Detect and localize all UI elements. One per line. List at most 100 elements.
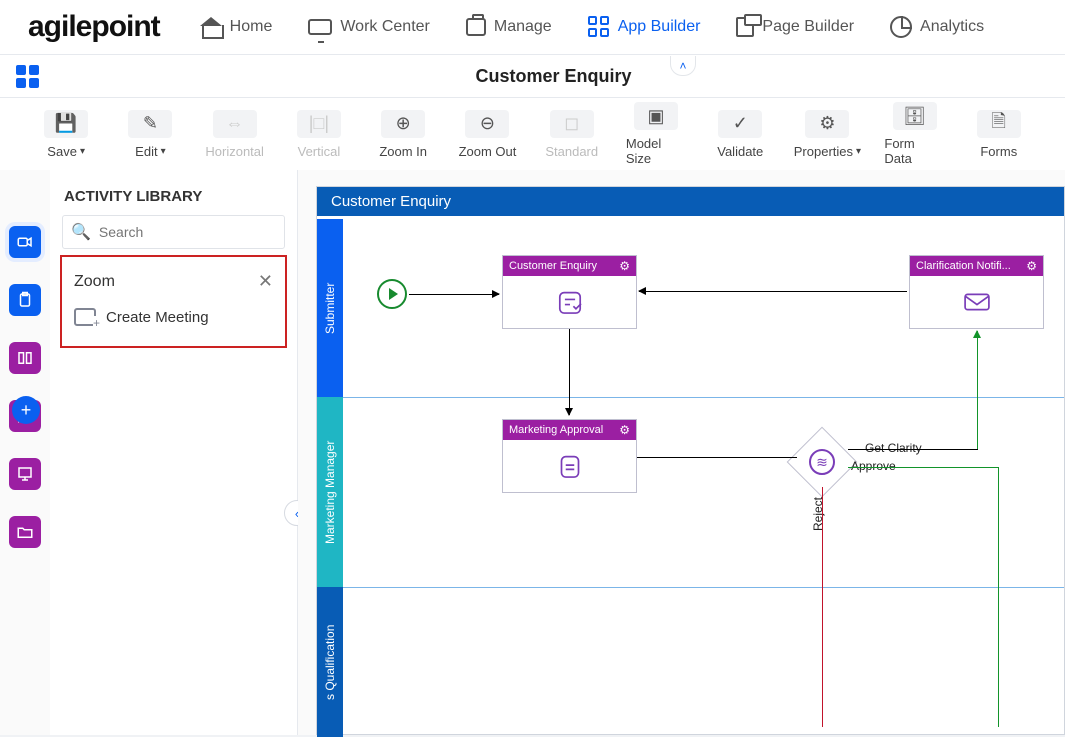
gear-icon[interactable]: ⚙ bbox=[619, 423, 630, 437]
process-pool: Customer Enquiry Submitter Marketing Man… bbox=[316, 186, 1065, 735]
rail-presentation[interactable] bbox=[9, 458, 41, 490]
database-icon: 🗄 bbox=[893, 102, 937, 130]
rail-clipboard[interactable] bbox=[9, 284, 41, 316]
node-title: Clarification Notifi... bbox=[916, 260, 1011, 272]
validate-label: Validate bbox=[717, 144, 763, 159]
presentation-icon bbox=[16, 465, 34, 483]
add-activity-button[interactable]: + bbox=[12, 396, 40, 424]
home-icon bbox=[200, 17, 222, 37]
top-nav: agilepoint Home Work Center Manage App B… bbox=[0, 0, 1065, 54]
lane-submitter[interactable]: Submitter bbox=[317, 219, 343, 397]
edit-button[interactable]: ✎Edit▾ bbox=[120, 110, 180, 159]
properties-label: Properties bbox=[794, 144, 853, 159]
edge-approve-v bbox=[998, 467, 999, 727]
forms-icon: 🗎 bbox=[977, 110, 1021, 138]
node-marketing-approval[interactable]: Marketing Approval ⚙ bbox=[502, 419, 637, 493]
nav-work-center-label: Work Center bbox=[340, 18, 430, 36]
gear-icon[interactable]: ⚙ bbox=[1026, 259, 1037, 273]
monitor-icon bbox=[308, 19, 332, 35]
edge-approve-h bbox=[848, 467, 998, 468]
chevron-down-icon: ▾ bbox=[161, 146, 166, 157]
zoom-out-button[interactable]: ⊖Zoom Out bbox=[457, 110, 517, 159]
canvas[interactable]: Customer Enquiry Submitter Marketing Man… bbox=[298, 170, 1065, 735]
activity-library-panel: ACTIVITY LIBRARY 🔍 Zoom ✕ Create Meeting… bbox=[50, 170, 298, 735]
search-input[interactable] bbox=[99, 224, 276, 240]
library-category-name: Zoom bbox=[74, 273, 115, 291]
zoom-out-label: Zoom Out bbox=[459, 144, 517, 159]
forms-button[interactable]: 🗎Forms bbox=[969, 110, 1029, 159]
model-size-icon: ▣ bbox=[634, 102, 678, 130]
nav-manage[interactable]: Manage bbox=[466, 16, 552, 38]
activity-create-meeting-label: Create Meeting bbox=[106, 309, 209, 326]
node-title: Marketing Approval bbox=[509, 424, 603, 436]
folder-icon bbox=[16, 523, 34, 541]
library-search[interactable]: 🔍 bbox=[62, 215, 285, 249]
page-title: Customer Enquiry bbox=[42, 66, 1065, 87]
library-highlight-box: Zoom ✕ Create Meeting bbox=[60, 255, 287, 348]
node-body bbox=[503, 276, 636, 328]
form-icon bbox=[553, 451, 587, 481]
edge-approve-label: Approve bbox=[851, 459, 896, 473]
lane-qualification[interactable]: s Qualification bbox=[317, 587, 343, 737]
close-icon[interactable]: ✕ bbox=[258, 271, 273, 292]
form-data-label: Form Data bbox=[884, 136, 944, 166]
edge-start-to-enquiry bbox=[409, 294, 499, 295]
horizontal-icon: ⇔ bbox=[213, 110, 257, 138]
video-add-icon bbox=[74, 308, 96, 326]
properties-button[interactable]: ⚙ Properties▾ bbox=[794, 110, 860, 159]
vertical-button: |□|Vertical bbox=[289, 110, 349, 159]
validate-button[interactable]: ✓ Validate bbox=[710, 110, 770, 159]
edge-reject bbox=[822, 487, 823, 727]
chevron-down-icon: ▾ bbox=[80, 146, 85, 157]
gateway-icon: ≋ bbox=[809, 449, 835, 475]
node-body bbox=[503, 440, 636, 492]
gear-icon[interactable]: ⚙ bbox=[619, 259, 630, 273]
nav-page-builder-label: Page Builder bbox=[762, 18, 854, 36]
standard-label: Standard bbox=[545, 144, 598, 159]
zoom-in-button[interactable]: ⊕Zoom In bbox=[373, 110, 433, 159]
lane-marketing-manager[interactable]: Marketing Manager bbox=[317, 397, 343, 587]
save-button[interactable]: 💾Save▾ bbox=[36, 110, 96, 159]
activity-create-meeting[interactable]: Create Meeting bbox=[68, 306, 279, 328]
model-size-button[interactable]: ▣ Model Size bbox=[626, 102, 686, 166]
gear-icon: ⚙ bbox=[805, 110, 849, 138]
node-customer-enquiry[interactable]: Customer Enquiry ⚙ bbox=[502, 255, 637, 329]
zoom-in-label: Zoom In bbox=[379, 144, 427, 159]
edge-approval-to-gateway bbox=[637, 457, 797, 458]
nav-items: Home Work Center Manage App Builder Page… bbox=[200, 16, 984, 38]
nav-app-builder[interactable]: App Builder bbox=[588, 16, 701, 38]
nav-analytics[interactable]: Analytics bbox=[890, 16, 984, 38]
node-title: Customer Enquiry bbox=[509, 260, 597, 272]
rail-folder[interactable] bbox=[9, 516, 41, 548]
nav-home[interactable]: Home bbox=[200, 16, 273, 38]
horizontal-button: ⇔Horizontal bbox=[205, 110, 265, 159]
edit-label: Edit bbox=[135, 144, 157, 159]
vertical-label: Vertical bbox=[298, 144, 341, 159]
validate-icon: ✓ bbox=[718, 110, 762, 138]
page-icon bbox=[736, 17, 754, 37]
nav-manage-label: Manage bbox=[494, 18, 552, 36]
apps-grid-button[interactable] bbox=[12, 61, 42, 91]
form-data-button[interactable]: 🗄 Form Data bbox=[884, 102, 944, 166]
rail-columns[interactable] bbox=[9, 342, 41, 374]
rail-zoom[interactable] bbox=[9, 226, 41, 258]
node-body bbox=[910, 276, 1043, 328]
edge-enquiry-to-approval bbox=[569, 329, 570, 415]
edge-gateway-getclarity-h bbox=[848, 449, 978, 450]
apps-grid-icon bbox=[16, 65, 39, 88]
save-icon: 💾 bbox=[44, 110, 88, 138]
pool-title: Customer Enquiry bbox=[317, 187, 1064, 216]
start-event[interactable] bbox=[377, 279, 407, 309]
standard-icon: ◻ bbox=[550, 110, 594, 138]
side-rail bbox=[0, 170, 50, 735]
chevron-down-icon: ▾ bbox=[856, 146, 861, 157]
clipboard-icon bbox=[16, 291, 34, 309]
nav-work-center[interactable]: Work Center bbox=[308, 16, 430, 38]
edge-get-clarity-label: Get Clarity bbox=[865, 441, 922, 455]
node-clarification[interactable]: Clarification Notifi... ⚙ bbox=[909, 255, 1044, 329]
lane-divider bbox=[343, 397, 1064, 398]
nav-home-label: Home bbox=[230, 18, 273, 36]
model-size-label: Model Size bbox=[626, 136, 686, 166]
edge-clarification-to-enquiry bbox=[639, 291, 907, 292]
nav-page-builder[interactable]: Page Builder bbox=[736, 16, 854, 38]
